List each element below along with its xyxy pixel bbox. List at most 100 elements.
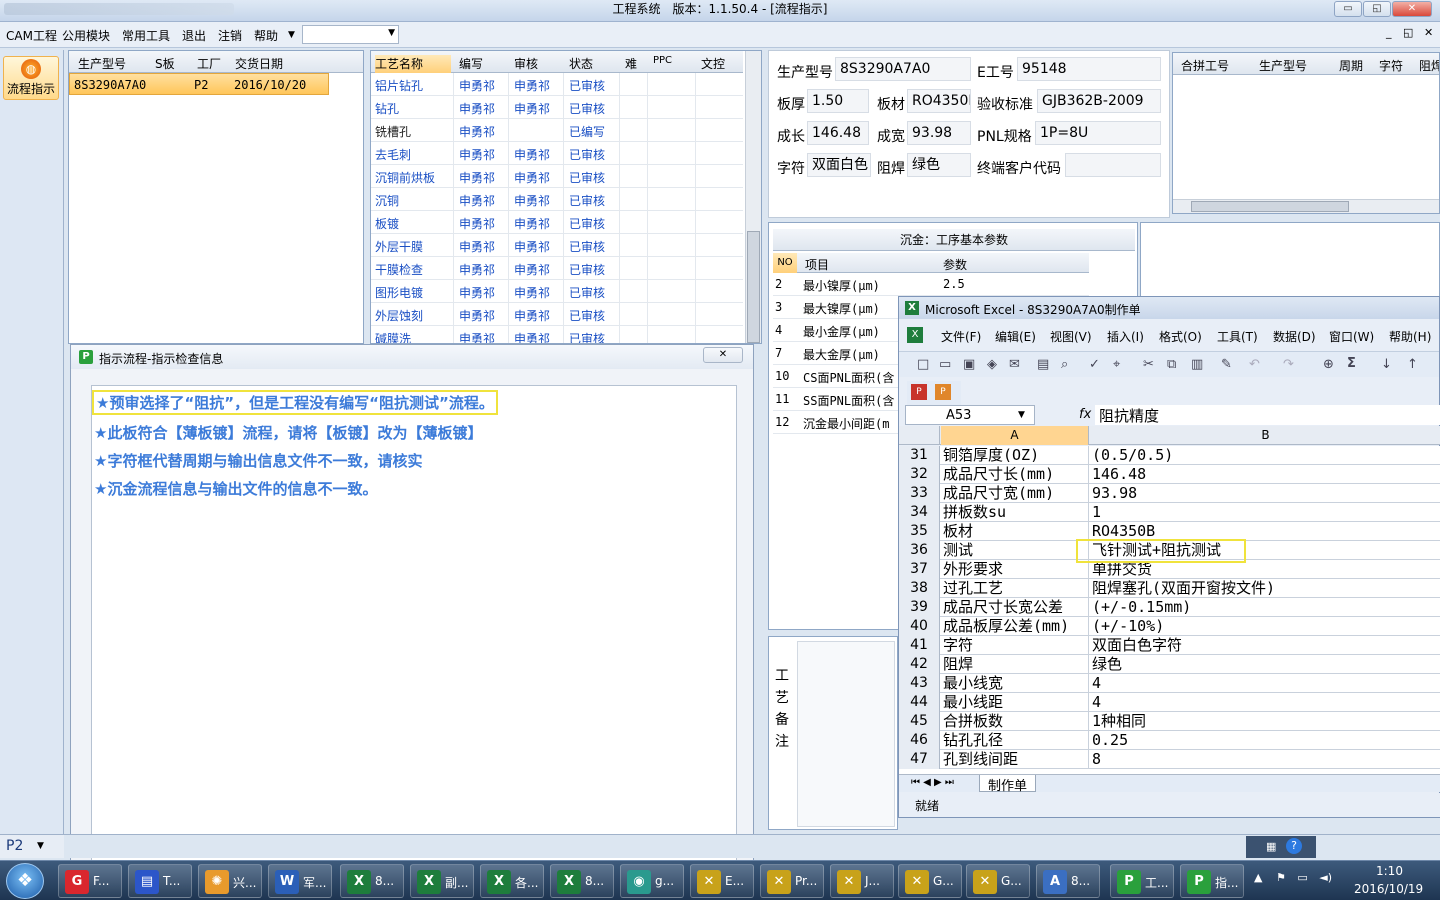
close-button[interactable]: ✕	[1392, 1, 1432, 17]
undo-icon[interactable]: ↶	[1249, 357, 1260, 372]
row-number[interactable]: 45	[899, 712, 940, 731]
sheet-row[interactable]: 31 铜箔厚度(OZ) (0.5/0.5)	[899, 446, 1440, 465]
job-row-selected[interactable]: 8S3290A7A0 P2 2016/10/20	[69, 73, 329, 95]
col-doc-control[interactable]: 文控	[701, 55, 725, 72]
print-icon[interactable]: ▤	[1037, 357, 1049, 372]
excel-menu-data[interactable]: 数据(D)	[1273, 328, 1316, 345]
row-number[interactable]: 37	[899, 560, 940, 579]
dialog-close-button[interactable]: ✕	[703, 347, 743, 363]
row-number[interactable]: 39	[899, 598, 940, 617]
length-field[interactable]: 146.48	[807, 121, 869, 145]
taskbar-button[interactable]: X 副...	[410, 864, 474, 898]
toolbar-combo[interactable]: ▼	[302, 25, 399, 44]
col-writer[interactable]: 编写	[459, 55, 483, 72]
sheet-row[interactable]: 32 成品尺寸长(mm) 146.48	[899, 465, 1440, 484]
sheet-row[interactable]: 41 字符 双面白色字符	[899, 636, 1440, 655]
taskbar-button[interactable]: ✕ Pr...	[760, 864, 824, 898]
autosum-icon[interactable]: Σ	[1347, 356, 1356, 371]
hyperlink-icon[interactable]: ⊕	[1323, 357, 1334, 372]
cell-b[interactable]: 4	[1090, 674, 1440, 693]
col-reviewer[interactable]: 审核	[514, 55, 538, 72]
col-combine-cycle[interactable]: 周期	[1339, 57, 1363, 74]
width-field[interactable]: 93.98	[907, 121, 971, 145]
sheet-row[interactable]: 47 孔到线间距 8	[899, 750, 1440, 769]
col-item[interactable]: 项目	[805, 256, 829, 273]
permission-icon[interactable]: ◈	[987, 357, 997, 372]
name-box-dropdown-icon[interactable]: ▼	[1018, 410, 1025, 420]
sheet-row[interactable]: 46 钻孔孔径 0.25	[899, 731, 1440, 750]
cell-a[interactable]: 阻焊	[941, 655, 1089, 674]
row-number[interactable]: 47	[899, 750, 940, 769]
cell-b[interactable]: (+/-0.15mm)	[1090, 598, 1440, 617]
flow-indicator-button[interactable]: ◍ 流程指示	[3, 56, 59, 100]
model-field[interactable]: 8S3290A7A0	[835, 57, 971, 81]
new-doc-icon[interactable]: □	[917, 357, 929, 372]
mask-field[interactable]: 绿色	[907, 153, 971, 177]
help-dropdown-icon[interactable]: ▼	[288, 30, 295, 40]
cell-a[interactable]: 外形要求	[941, 560, 1089, 579]
sheet-row[interactable]: 45 合拼板数 1种相同	[899, 712, 1440, 731]
row-number[interactable]: 34	[899, 503, 940, 522]
row-number[interactable]: 38	[899, 579, 940, 598]
tray-volume-icon[interactable]: ◄)	[1319, 871, 1332, 884]
menu-exit[interactable]: 退出	[182, 27, 206, 44]
clock-date[interactable]: 2016/10/19	[1354, 882, 1423, 896]
gold-param-row[interactable]: 2 最小镍厚(μm) 2.5	[773, 273, 1089, 296]
excel-menu-format[interactable]: 格式(O)	[1159, 328, 1202, 345]
excel-menu-window[interactable]: 窗口(W)	[1329, 328, 1374, 345]
sheet-row[interactable]: 44 最小线距 4	[899, 693, 1440, 712]
taskbar-button[interactable]: A 8...	[1036, 864, 1100, 898]
process-row[interactable]: 板镀 申勇祁 申勇祁 已审核	[371, 211, 743, 234]
cell-b[interactable]: 1	[1090, 503, 1440, 522]
taskbar-button[interactable]: G F...	[58, 864, 122, 898]
eno-field[interactable]: 95148	[1017, 57, 1161, 81]
row-number[interactable]: 32	[899, 465, 940, 484]
taskbar-button[interactable]: X 各...	[480, 864, 544, 898]
char-field[interactable]: 双面白色	[807, 153, 871, 177]
col-status[interactable]: 状态	[569, 55, 593, 72]
tray-network-icon[interactable]: ▭	[1297, 871, 1307, 884]
row-number[interactable]: 44	[899, 693, 940, 712]
clock-time[interactable]: 1:10	[1376, 864, 1403, 878]
standard-field[interactable]: GJB362B-2009	[1037, 89, 1161, 113]
process-scroll-thumb[interactable]	[747, 231, 760, 343]
process-row[interactable]: 外层蚀刻 申勇祁 申勇祁 已审核	[371, 303, 743, 326]
pdf-convert-icon[interactable]: P	[911, 384, 927, 400]
cell-a[interactable]: 最小线距	[941, 693, 1089, 712]
row-number[interactable]: 33	[899, 484, 940, 503]
cell-a[interactable]: 成品板厚公差(mm)	[941, 617, 1089, 636]
mdi-restore[interactable]: ◱	[1403, 26, 1413, 39]
sheet-row[interactable]: 42 阻焊 绿色	[899, 655, 1440, 674]
material-field[interactable]: RO4350E	[907, 89, 971, 113]
pdf-email-icon[interactable]: P	[935, 384, 951, 400]
cell-b[interactable]: 0.25	[1090, 731, 1440, 750]
pnl-field[interactable]: 1P=8U	[1035, 121, 1161, 145]
cell-a[interactable]: 成品尺寸长宽公差	[941, 598, 1089, 617]
sheet-row[interactable]: 43 最小线宽 4	[899, 674, 1440, 693]
col-header-a[interactable]: A	[941, 426, 1089, 445]
cell-b[interactable]: (+/-10%)	[1090, 617, 1440, 636]
col-combine-no[interactable]: 合拼工号	[1181, 57, 1229, 74]
cell-b[interactable]: 146.48	[1090, 465, 1440, 484]
process-row[interactable]: 图形电镀 申勇祁 申勇祁 已审核	[371, 280, 743, 303]
col-process-name[interactable]: 工艺名称	[375, 55, 451, 73]
taskbar-button[interactable]: X 8...	[550, 864, 614, 898]
taskbar-button[interactable]: P 工...	[1110, 864, 1174, 898]
start-button[interactable]: ❖	[6, 863, 44, 899]
taskbar-button[interactable]: ◉ g...	[620, 864, 684, 898]
email-icon[interactable]: ✉	[1009, 357, 1020, 372]
save-icon[interactable]: ▣	[963, 357, 975, 372]
customer-code-field[interactable]	[1065, 153, 1161, 177]
menu-cam[interactable]: CAM工程	[6, 27, 57, 44]
cell-b[interactable]: 93.98	[1090, 484, 1440, 503]
sheet-row[interactable]: 34 拼板数su 1	[899, 503, 1440, 522]
excel-menu-tools[interactable]: 工具(T)	[1217, 328, 1258, 345]
sheet-tab-make-order[interactable]: 制作单	[979, 775, 1037, 794]
col-param[interactable]: 参数	[943, 256, 967, 273]
paste-icon[interactable]: ▥	[1191, 357, 1203, 372]
sheet-row[interactable]: 33 成品尺寸宽(mm) 93.98	[899, 484, 1440, 503]
combine-scroll-thumb[interactable]	[1191, 201, 1349, 212]
row-number[interactable]: 31	[899, 446, 940, 465]
row-number[interactable]: 41	[899, 636, 940, 655]
cell-a[interactable]: 拼板数su	[941, 503, 1089, 522]
